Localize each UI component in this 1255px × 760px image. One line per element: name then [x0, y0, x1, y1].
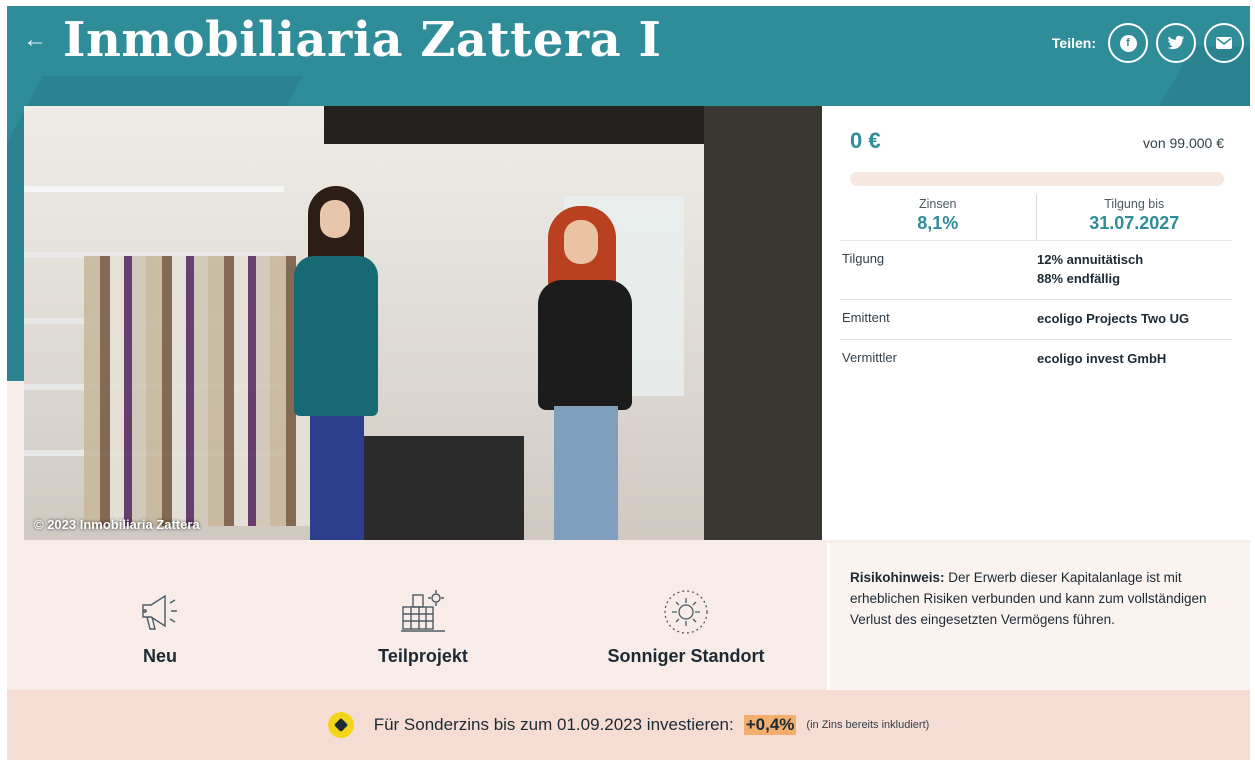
photo-shelf-right: [704, 106, 822, 540]
photo-ceiling: [324, 106, 724, 144]
twitter-icon: [1167, 35, 1185, 50]
feature-teilprojekt: Teilprojekt: [323, 588, 523, 667]
kpi-zinsen-label: Zinsen: [918, 197, 957, 211]
feature-label: Sonniger Standort: [607, 646, 765, 666]
risk-notice: Risikohinweis: Der Erwerb dieser Kapital…: [827, 543, 1250, 690]
photo-person-left: [294, 186, 378, 540]
target-amount: von 99.000 €: [1143, 135, 1224, 151]
info-row-tilgung: Tilgung 12% annuitätisch 88% endfällig: [840, 241, 1232, 300]
funding-progress-bar: [850, 172, 1224, 186]
bonus-note: (in Zins bereits inkludiert): [806, 719, 930, 731]
amount-row: 0 € von 99.000 €: [840, 106, 1232, 154]
page: ← Inmobiliaria Zattera I Teilen: f © 202…: [7, 6, 1250, 760]
solar-building-icon: [399, 588, 447, 636]
bonus-banner: Für Sonderzins bis zum 01.09.2023 invest…: [7, 690, 1250, 760]
info-row-value: ecoligo Projects Two UG: [1037, 310, 1190, 326]
info-row-value: 12% annuitätisch 88% endfällig: [1037, 251, 1143, 289]
bonus-value: +0,4%: [743, 715, 797, 735]
kpi-zinsen-value: 8,1%: [917, 213, 959, 233]
feature-label: Teilprojekt: [378, 646, 468, 666]
photo-person-right: [534, 206, 634, 540]
page-title: Inmobiliaria Zattera I: [63, 12, 662, 68]
photo-caption: © 2023 Inmobiliaria Zattera: [34, 517, 200, 532]
kpi-tilgung-bis-value: 31.07.2027: [1089, 213, 1180, 233]
kpi-tilgung-bis: Tilgung bis 31.07.2027: [1035, 194, 1233, 240]
info-row-key: Tilgung: [842, 251, 885, 266]
share-bar: Teilen: f: [1052, 23, 1244, 63]
info-row-key: Vermittler: [842, 349, 897, 365]
back-arrow-icon[interactable]: ←: [23, 28, 47, 52]
info-row-value-line: 88% endfällig: [1037, 270, 1121, 286]
photo-clothes-rack: [84, 256, 314, 526]
feature-neu: Neu: [60, 588, 260, 667]
facebook-icon: f: [1119, 34, 1137, 52]
photo-person-right-top: [538, 280, 632, 410]
info-row-value: ecoligo invest GmbH: [1037, 350, 1167, 366]
info-row-key: Emittent: [842, 309, 890, 325]
mail-icon: [1216, 37, 1232, 49]
sun-icon: [662, 588, 710, 636]
photo-person-left-legs: [310, 416, 364, 540]
megaphone-icon: [136, 588, 184, 636]
feature-sonniger-standort: Sonniger Standort: [586, 588, 786, 667]
kpi-row: Zinsen 8,1% Tilgung bis 31.07.2027: [840, 194, 1232, 241]
feature-list: Neu Teilprojekt Sonniger Standort: [24, 540, 822, 690]
facebook-share-button[interactable]: f: [1108, 23, 1148, 63]
feature-label: Neu: [142, 646, 177, 666]
photo-person-right-legs: [554, 406, 618, 540]
tag-icon: [327, 712, 354, 738]
share-label: Teilen:: [1051, 35, 1096, 51]
twitter-share-button[interactable]: [1156, 23, 1196, 63]
photo-person-right-face: [564, 220, 598, 264]
investment-panel: 0 € von 99.000 € Zinsen 8,1% Tilgung bis…: [822, 106, 1250, 540]
project-photo: © 2023 Inmobiliaria Zattera: [24, 106, 822, 540]
risk-heading: Risikohinweis:: [850, 570, 945, 585]
kpi-tilgung-bis-label: Tilgung bis: [1104, 197, 1165, 211]
info-row-vermittler: Vermittler ecoligo invest GmbH: [840, 340, 1232, 379]
info-row-value-line: 12% annuitätisch: [1037, 252, 1144, 267]
photo-person-left-face: [320, 200, 350, 238]
info-row-emittent: Emittent ecoligo Projects Two UG: [840, 300, 1232, 340]
kpi-zinsen: Zinsen 8,1%: [840, 194, 1036, 240]
invested-amount: 0 €: [850, 128, 881, 153]
bonus-text: Für Sonderzins bis zum 01.09.2023 invest…: [373, 715, 734, 734]
photo-person-left-top: [294, 256, 378, 416]
mail-share-button[interactable]: [1204, 23, 1244, 63]
